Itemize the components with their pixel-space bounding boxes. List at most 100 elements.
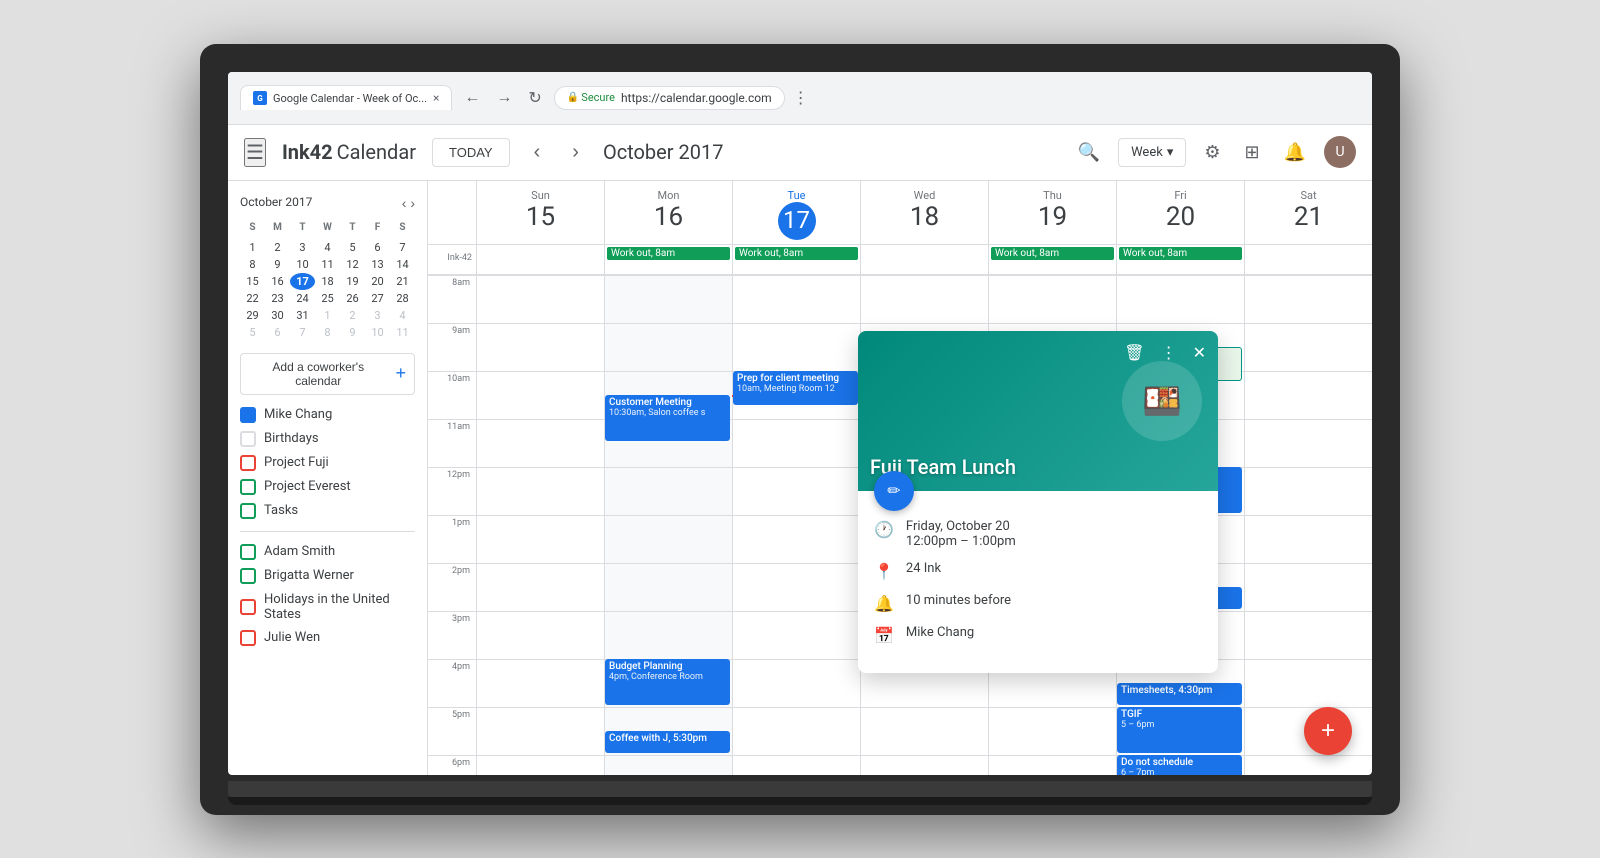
time-cell[interactable]: [476, 611, 604, 659]
address-bar[interactable]: 🔒 Secure https://calendar.google.com: [554, 86, 785, 110]
mini-cal-date[interactable]: 3: [290, 239, 315, 256]
mini-cal-date[interactable]: 2: [340, 307, 365, 324]
mini-prev-btn[interactable]: ‹: [402, 195, 407, 211]
mini-cal-date[interactable]: 7: [290, 324, 315, 341]
time-cell[interactable]: [604, 755, 732, 775]
mini-cal-date[interactable]: 5: [340, 239, 365, 256]
time-cell[interactable]: [732, 323, 860, 371]
mini-cal-date[interactable]: 11: [390, 324, 415, 341]
calendar-event[interactable]: Do not schedule6 – 7pm: [1117, 755, 1242, 775]
mini-cal-date[interactable]: 8: [315, 324, 340, 341]
time-cell[interactable]: [1244, 515, 1372, 563]
time-cell[interactable]: [604, 323, 732, 371]
mini-cal-date[interactable]: 24: [290, 290, 315, 307]
calendar-checkbox-mike[interactable]: [240, 407, 256, 423]
time-cell[interactable]: [476, 515, 604, 563]
mini-cal-date[interactable]: 9: [340, 324, 365, 341]
calendar-checkbox-birthdays[interactable]: [240, 431, 256, 447]
calendar-event[interactable]: Customer Meeting10:30am, Salon coffee s: [605, 395, 730, 441]
time-cell[interactable]: [1244, 275, 1372, 323]
time-cell[interactable]: [1244, 371, 1372, 419]
mini-cal-date[interactable]: 1: [240, 239, 265, 256]
time-cell[interactable]: [1244, 323, 1372, 371]
calendar-checkbox-tasks[interactable]: [240, 503, 256, 519]
calendar-event[interactable]: TGIF5 – 6pm: [1117, 707, 1242, 753]
calendar-event[interactable]: Timesheets, 4:30pm: [1117, 683, 1242, 705]
all-day-event[interactable]: Work out, 8am: [735, 247, 858, 260]
time-cell[interactable]: [732, 419, 860, 467]
time-cell[interactable]: [1244, 611, 1372, 659]
search-btn[interactable]: 🔍: [1072, 136, 1106, 169]
mini-cal-date[interactable]: 3: [365, 307, 390, 324]
mini-cal-date[interactable]: 16: [265, 273, 290, 290]
time-cell[interactable]: [476, 371, 604, 419]
mini-cal-date[interactable]: 31: [290, 307, 315, 324]
calendar-item-julie[interactable]: Julie Wen: [240, 626, 415, 650]
mini-cal-date[interactable]: 15: [240, 273, 265, 290]
time-cell[interactable]: [604, 563, 732, 611]
today-button[interactable]: TODAY: [432, 138, 510, 167]
popup-edit-button[interactable]: ✏: [874, 471, 914, 511]
hamburger-btn[interactable]: ☰: [244, 138, 266, 167]
mini-cal-date[interactable]: 6: [365, 239, 390, 256]
mini-cal-date[interactable]: 6: [265, 324, 290, 341]
mini-cal-date[interactable]: 4: [390, 307, 415, 324]
all-day-event[interactable]: Work out, 8am: [607, 247, 730, 260]
time-cell[interactable]: [476, 707, 604, 755]
mini-cal-date[interactable]: 8: [240, 256, 265, 273]
calendar-event[interactable]: Coffee with J, 5:30pm: [605, 731, 730, 753]
mini-cal-today[interactable]: 17: [290, 273, 315, 290]
time-cell[interactable]: [1116, 275, 1244, 323]
calendar-item-tasks[interactable]: Tasks: [240, 499, 415, 523]
all-day-event[interactable]: Work out, 8am: [991, 247, 1114, 260]
calendar-item-holidays[interactable]: Holidays in the United States: [240, 588, 415, 626]
time-cell[interactable]: [732, 707, 860, 755]
mini-cal-date[interactable]: 9: [265, 256, 290, 273]
time-cell[interactable]: [732, 755, 860, 775]
time-cell[interactable]: [604, 611, 732, 659]
mini-cal-date[interactable]: 13: [365, 256, 390, 273]
time-cell[interactable]: [1244, 467, 1372, 515]
mini-cal-date[interactable]: 23: [265, 290, 290, 307]
time-cell[interactable]: [604, 515, 732, 563]
mini-cal-date[interactable]: 21: [390, 273, 415, 290]
mini-cal-date[interactable]: 18: [315, 273, 340, 290]
time-cell[interactable]: [860, 707, 988, 755]
mini-cal-date[interactable]: 11: [315, 256, 340, 273]
time-cell[interactable]: [732, 563, 860, 611]
mini-cal-date[interactable]: 12: [340, 256, 365, 273]
popup-delete-btn[interactable]: 🗑: [1120, 339, 1148, 367]
time-cell[interactable]: [476, 419, 604, 467]
tab-close-btn[interactable]: ×: [433, 91, 439, 105]
time-cell[interactable]: [476, 755, 604, 775]
time-cell[interactable]: [476, 467, 604, 515]
mini-cal-date[interactable]: 2: [265, 239, 290, 256]
time-cell[interactable]: [732, 275, 860, 323]
time-cell[interactable]: [476, 563, 604, 611]
calendar-checkbox-fuji[interactable]: [240, 455, 256, 471]
calendar-item-mike[interactable]: Mike Chang: [240, 403, 415, 427]
time-cell[interactable]: [604, 275, 732, 323]
calendar-item-birthdays[interactable]: Birthdays: [240, 427, 415, 451]
mini-cal-date[interactable]: 7: [390, 239, 415, 256]
time-cell[interactable]: [476, 323, 604, 371]
mini-cal-date[interactable]: 28: [390, 290, 415, 307]
mini-cal-date[interactable]: 30: [265, 307, 290, 324]
calendar-checkbox-julie[interactable]: [240, 630, 256, 646]
time-cell[interactable]: [1244, 755, 1372, 775]
forward-btn[interactable]: →: [492, 85, 516, 111]
user-avatar[interactable]: U: [1324, 136, 1356, 168]
calendar-checkbox-adam[interactable]: [240, 544, 256, 560]
mini-next-btn[interactable]: ›: [410, 195, 415, 211]
popup-close-btn[interactable]: ✕: [1189, 339, 1210, 367]
next-week-btn[interactable]: ›: [564, 137, 587, 168]
mini-cal-date[interactable]: 20: [365, 273, 390, 290]
add-event-fab[interactable]: +: [1304, 707, 1352, 755]
calendar-event[interactable]: Budget Planning4pm, Conference Room: [605, 659, 730, 705]
calendar-event[interactable]: Prep for client meeting10am, Meeting Roo…: [733, 371, 858, 405]
time-cell[interactable]: [476, 659, 604, 707]
mini-cal-date[interactable]: 14: [390, 256, 415, 273]
calendar-checkbox-holidays[interactable]: [240, 599, 256, 615]
mini-cal-date[interactable]: 25: [315, 290, 340, 307]
calendar-item-brigatta[interactable]: Brigatta Werner: [240, 564, 415, 588]
